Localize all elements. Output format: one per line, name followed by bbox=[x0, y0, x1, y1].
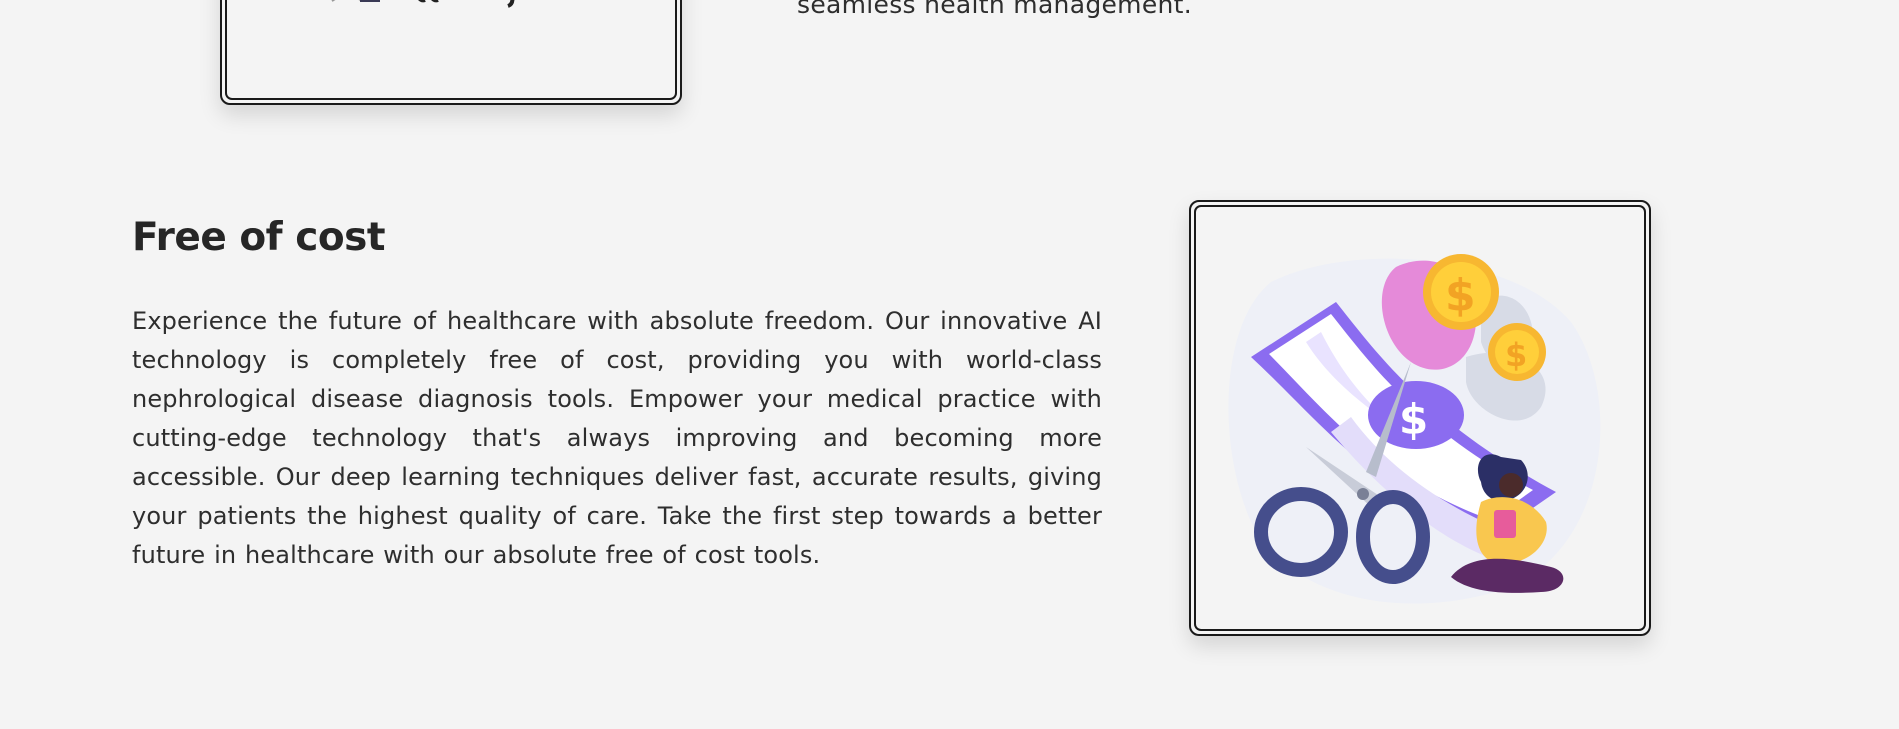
svg-text:$: $ bbox=[1399, 395, 1428, 444]
free-of-cost-illustration-card: $ $ $ bbox=[1189, 200, 1651, 636]
money-cut-scissors-illustration: $ $ $ bbox=[1228, 254, 1601, 604]
top-section-text: seamless health management. bbox=[797, 0, 1193, 19]
top-illustration-card bbox=[220, 0, 682, 105]
top-illustration-icon bbox=[331, 0, 515, 8]
section-description: Experience the future of healthcare with… bbox=[132, 307, 1102, 569]
section-title: Free of cost bbox=[132, 215, 385, 260]
svg-text:$: $ bbox=[1505, 336, 1527, 374]
svg-text:$: $ bbox=[1445, 270, 1476, 321]
